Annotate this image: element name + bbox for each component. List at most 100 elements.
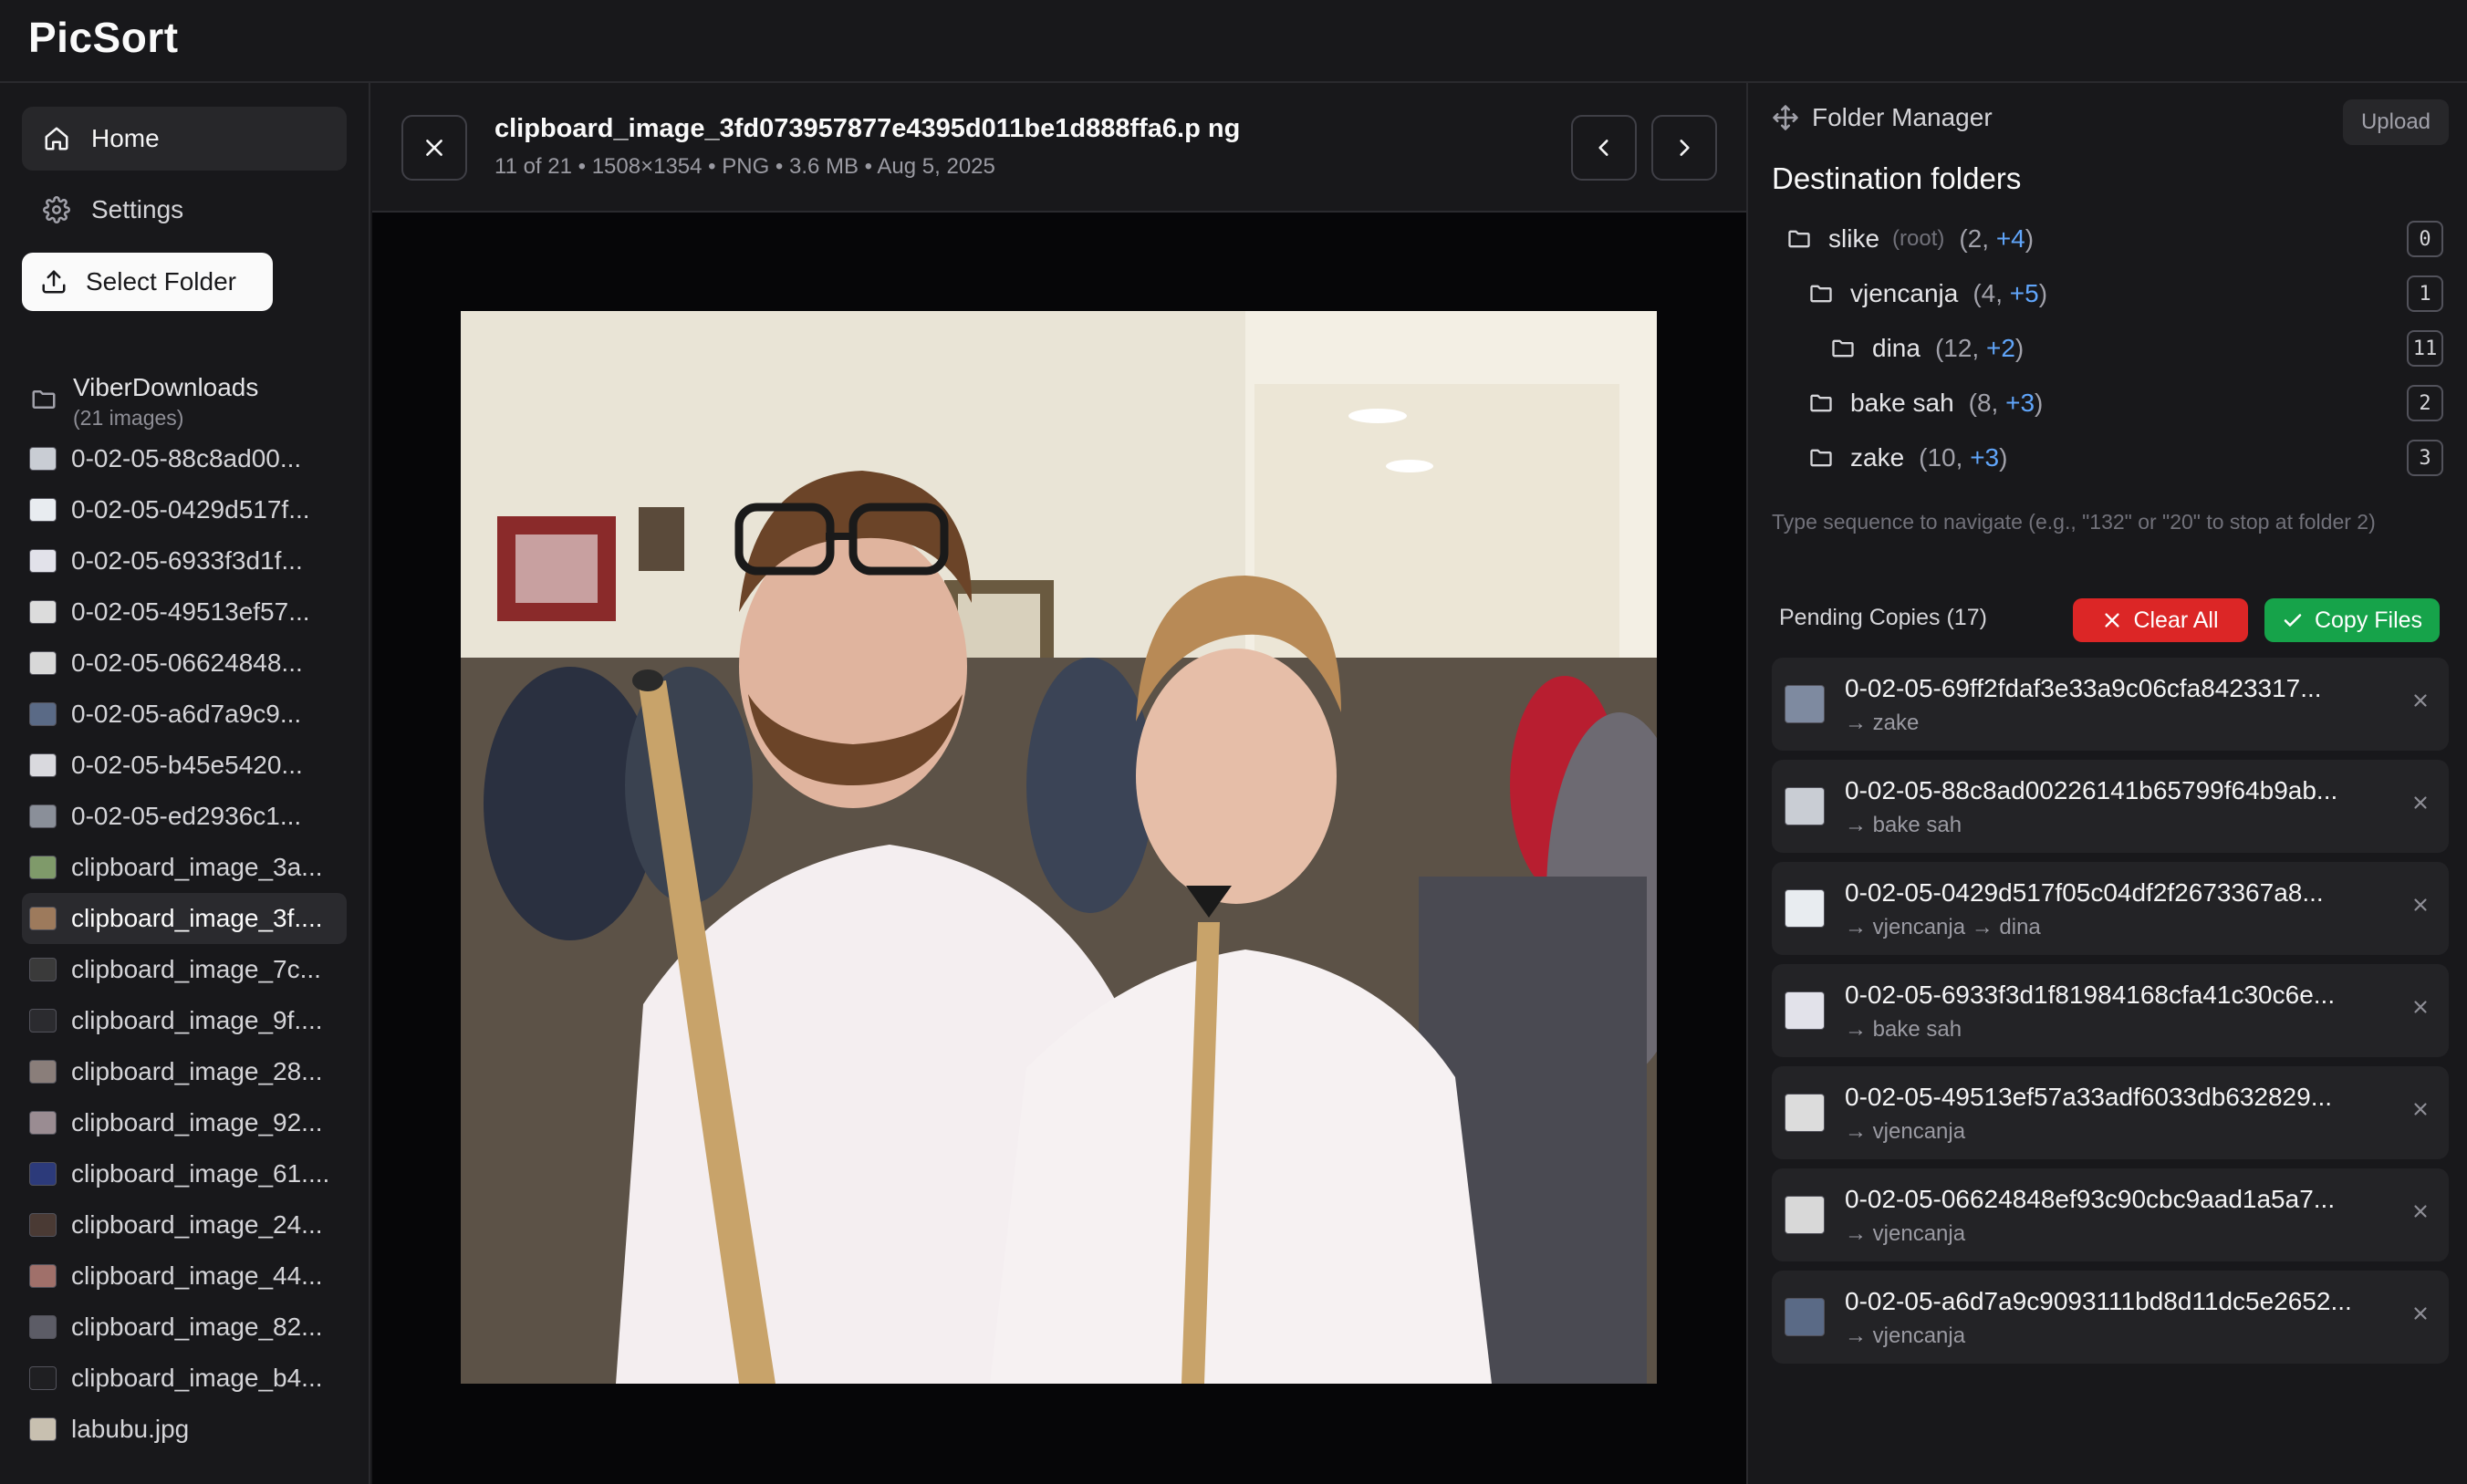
pending-destination: → bake sah <box>1845 1017 1962 1042</box>
remove-pending-button[interactable] <box>2410 895 2431 919</box>
pending-thumbnail <box>1785 1196 1825 1234</box>
pending-file-name: 0-02-05-49513ef57a33adf6033db632829... <box>1845 1083 2333 1111</box>
file-list-item[interactable]: 0-02-05-6933f3d1f... <box>22 535 347 586</box>
navigation-hint: Type sequence to navigate (e.g., "132" o… <box>1772 510 2376 534</box>
pending-copy-item: 0-02-05-0429d517f05c04df2f2673367a8... → … <box>1772 862 2449 955</box>
remove-pending-button[interactable] <box>2410 1303 2431 1328</box>
folder-count: (2, +4) <box>1959 224 2034 254</box>
pending-destination: → zake <box>1845 711 1920 735</box>
pending-destination: → vjencanja <box>1845 1119 1966 1144</box>
app-title: PicSort <box>28 14 179 61</box>
copy-files-button[interactable]: Copy Files <box>2264 598 2440 642</box>
pending-copy-item: 0-02-05-69ff2fdaf3e33a9c06cfa8423317... →… <box>1772 658 2449 751</box>
file-list-item[interactable]: clipboard_image_82... <box>22 1302 347 1353</box>
nav-home-label: Home <box>91 124 160 152</box>
remove-pending-button[interactable] <box>2410 793 2431 817</box>
pending-copy-item: 0-02-05-a6d7a9c9093111bd8d11dc5e2652... →… <box>1772 1271 2449 1364</box>
folder-count-value: (12, <box>1934 334 1986 362</box>
file-thumbnail <box>29 651 57 675</box>
file-name: clipboard_image_24... <box>71 1210 323 1239</box>
close-button[interactable] <box>401 115 467 181</box>
source-folder[interactable]: ViberDownloads (21 images) <box>22 371 347 435</box>
pending-copy-item: 0-02-05-49513ef57a33adf6033db632829... → … <box>1772 1066 2449 1159</box>
file-list-item[interactable]: 0-02-05-06624848... <box>22 638 347 689</box>
file-thumbnail <box>29 1162 57 1186</box>
next-image-button[interactable] <box>1651 115 1717 181</box>
upload-icon <box>22 268 86 296</box>
previous-image-button[interactable] <box>1571 115 1637 181</box>
file-list-item[interactable]: 0-02-05-49513ef57... <box>22 586 347 638</box>
file-list-item[interactable]: 0-02-05-a6d7a9c9... <box>22 689 347 740</box>
file-list-item[interactable]: clipboard_image_28... <box>22 1046 347 1097</box>
file-list-item[interactable]: clipboard_image_b4... <box>22 1353 347 1404</box>
pending-thumbnail <box>1785 1094 1825 1132</box>
file-name: 0-02-05-49513ef57... <box>71 597 310 626</box>
file-list-item[interactable]: labubu.jpg <box>22 1404 347 1455</box>
file-thumbnail <box>29 753 57 777</box>
file-list-item[interactable]: clipboard_image_3a... <box>22 842 347 893</box>
folder-count-value: (10, <box>1919 443 1971 472</box>
home-icon <box>22 125 91 152</box>
folder-tree-item-slike[interactable]: slike (root) (2, +4) <box>1785 214 2034 264</box>
folder-shortcut-key: 3 <box>2407 440 2443 476</box>
file-name: clipboard_image_61.... <box>71 1159 330 1188</box>
pending-destination: → vjencanja <box>1845 1221 1966 1246</box>
file-name: clipboard_image_b4... <box>71 1364 323 1392</box>
file-name: clipboard_image_44... <box>71 1261 323 1290</box>
file-list-item[interactable]: 0-02-05-0429d517f... <box>22 484 347 535</box>
file-thumbnail <box>29 447 57 471</box>
pending-file-name: 0-02-05-a6d7a9c9093111bd8d11dc5e2652... <box>1845 1287 2352 1315</box>
file-thumbnail <box>29 1213 57 1237</box>
file-list-item[interactable]: 0-02-05-ed2936c1... <box>22 791 347 842</box>
pending-copy-item: 0-02-05-6933f3d1f81984168cfa41c30c6e... →… <box>1772 964 2449 1057</box>
file-thumbnail <box>29 958 57 981</box>
folder-count-close: ) <box>2038 279 2048 307</box>
nav-home[interactable]: Home <box>22 107 347 171</box>
gear-icon <box>22 196 91 223</box>
pending-destination: → bake sah <box>1845 813 1962 837</box>
image-viewer: clipboard_image_3fd073957877e4395d011be1… <box>372 83 1746 1484</box>
file-list-item[interactable]: clipboard_image_7c... <box>22 944 347 995</box>
check-icon <box>2284 614 2302 627</box>
file-name: clipboard_image_82... <box>71 1313 323 1341</box>
file-name: clipboard_image_3f.... <box>71 904 323 932</box>
file-list-item[interactable]: clipboard_image_9f.... <box>22 995 347 1046</box>
file-list-item[interactable]: clipboard_image_61.... <box>22 1148 347 1199</box>
folder-shortcut-key: 11 <box>2407 330 2443 367</box>
nav-settings-label: Settings <box>91 195 184 223</box>
folder-name: bake sah <box>1850 389 1954 417</box>
select-folder-button[interactable]: Select Folder <box>22 253 273 311</box>
clear-all-button[interactable]: Clear All <box>2073 598 2248 642</box>
file-list-item[interactable]: 0-02-05-b45e5420... <box>22 740 347 791</box>
file-name: 0-02-05-06624848... <box>71 649 303 677</box>
close-icon <box>2414 1307 2427 1320</box>
folder-name: slike <box>1828 224 1880 253</box>
folder-count: (10, +3) <box>1919 443 2007 472</box>
file-list-item[interactable]: clipboard_image_3f.... <box>22 893 347 944</box>
pending-file-name: 0-02-05-88c8ad00226141b65799f64b9ab... <box>1845 776 2338 804</box>
file-list-item[interactable]: clipboard_image_24... <box>22 1199 347 1251</box>
remove-pending-button[interactable] <box>2410 1099 2431 1124</box>
file-thumbnail <box>29 1417 57 1441</box>
file-list-item[interactable]: clipboard_image_44... <box>22 1251 347 1302</box>
remove-pending-button[interactable] <box>2410 997 2431 1022</box>
folder-count-close: ) <box>2025 224 2035 253</box>
file-list: 0-02-05-88c8ad00... 0-02-05-0429d517f... 0… <box>22 433 347 1455</box>
file-name: clipboard_image_3a... <box>71 853 323 881</box>
current-image <box>461 311 1657 1384</box>
copy-files-label: Copy Files <box>2314 607 2423 633</box>
folder-tree-item-zake[interactable]: zake (10, +3) <box>1806 433 2007 483</box>
pending-copies-list: 0-02-05-69ff2fdaf3e33a9c06cfa8423317... →… <box>1772 658 2449 1382</box>
remove-pending-button[interactable] <box>2410 690 2431 715</box>
folder-icon <box>1806 281 1836 306</box>
file-list-item[interactable]: clipboard_image_92... <box>22 1097 347 1148</box>
folder-tree-item-vjencanja[interactable]: vjencanja (4, +5) <box>1806 269 2047 318</box>
folder-tree-item-dina[interactable]: dina (12, +2) <box>1828 324 2024 373</box>
nav-settings[interactable]: Settings <box>22 178 347 242</box>
file-name: clipboard_image_9f.... <box>71 1006 323 1034</box>
remove-pending-button[interactable] <box>2410 1201 2431 1226</box>
upload-button[interactable]: Upload <box>2343 99 2449 145</box>
folder-tree-item-bake-sah[interactable]: bake sah (8, +3) <box>1806 379 2043 428</box>
file-list-item[interactable]: 0-02-05-88c8ad00... <box>22 433 347 484</box>
file-thumbnail <box>29 549 57 573</box>
